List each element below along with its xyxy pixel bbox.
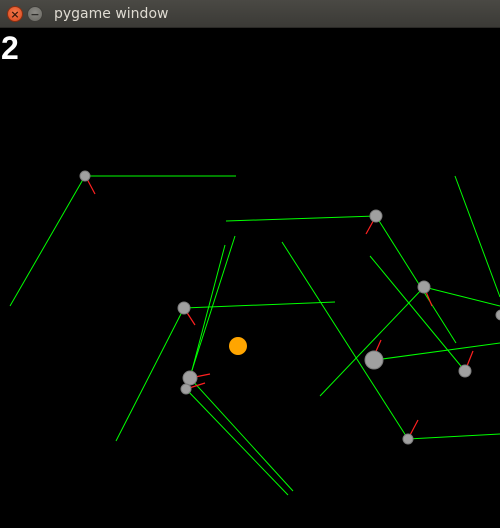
- agent: [458, 364, 472, 378]
- sensor-ray: [375, 215, 457, 344]
- sensor-ray: [185, 235, 236, 390]
- score-counter: 2: [1, 30, 19, 66]
- sensor-ray: [319, 286, 425, 397]
- sensor-rays: [9, 175, 500, 496]
- agent: [402, 433, 414, 445]
- agents: [79, 170, 500, 445]
- agent: [369, 209, 383, 223]
- sensor-ray: [189, 244, 226, 379]
- sensor-ray: [281, 241, 409, 440]
- sensor-ray: [9, 175, 86, 307]
- sensor-ray: [454, 175, 500, 298]
- agent: [177, 301, 191, 315]
- agent: [180, 383, 192, 395]
- agent: [364, 350, 384, 370]
- sensor-ray: [407, 433, 500, 440]
- heading-indicators: [85, 176, 474, 440]
- sensor-ray: [374, 342, 500, 361]
- sensor-ray: [185, 388, 289, 496]
- sensor-ray: [225, 215, 377, 222]
- sensor-ray: [189, 377, 294, 492]
- sensor-ray: [183, 301, 336, 309]
- agent: [79, 170, 91, 182]
- sensor-ray: [115, 307, 185, 442]
- target-orb: [229, 337, 247, 355]
- agent: [417, 280, 431, 294]
- agent: [182, 370, 198, 386]
- sensor-ray: [423, 286, 500, 307]
- game-scene: [9, 170, 500, 496]
- agent: [495, 309, 500, 321]
